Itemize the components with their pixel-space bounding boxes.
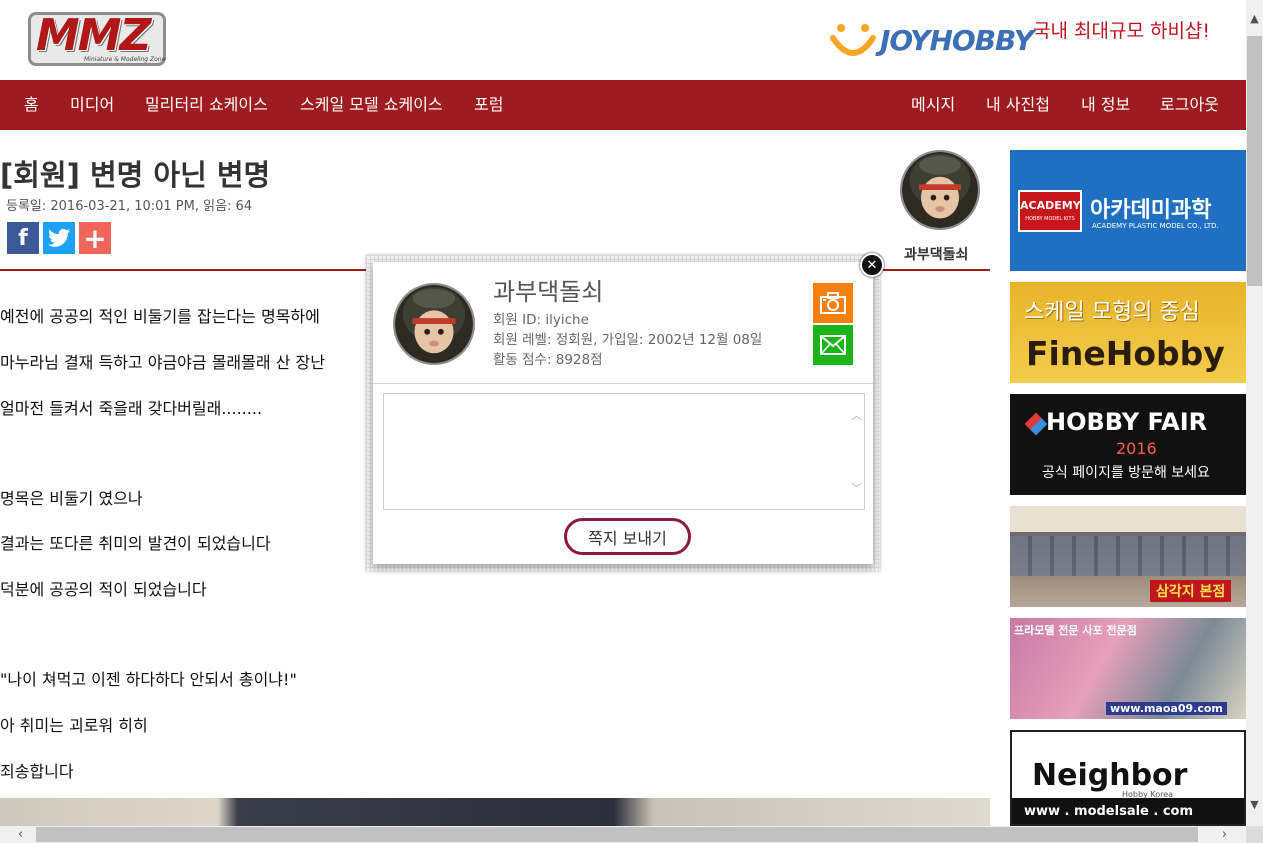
- vertical-scrollbar[interactable]: ▲ ▼: [1246, 0, 1263, 826]
- post-meta: 등록일: 2016-03-21, 10:01 PM, 읽음: 64: [6, 199, 253, 214]
- joyhobby-brand: JOYHOBBY: [880, 24, 1034, 57]
- smile-icon: [830, 24, 876, 56]
- nav-scale-showcase[interactable]: 스케일 모델 쇼케이스: [300, 80, 443, 130]
- popup-member-points: 활동 점수: 8928점: [493, 352, 603, 368]
- main-nav: 홈 미디어 밀리터리 쇼케이스 스케일 모델 쇼케이스 포럼 메시지 내 사진첩…: [0, 80, 1246, 130]
- vertical-scroll-thumb[interactable]: [1247, 36, 1262, 286]
- plus-icon: +: [83, 221, 107, 255]
- store-facade: [1010, 506, 1246, 532]
- message-button[interactable]: [813, 325, 853, 365]
- send-message-button[interactable]: 쪽지 보내기: [564, 518, 691, 555]
- post-paragraph: 얼마전 들켜서 죽을래 갖다버릴래........: [0, 399, 263, 418]
- post-paragraph: 명목은 비둘기 였으나: [0, 489, 143, 508]
- hobbyfair-name: HOBBY FAIR: [1046, 408, 1208, 436]
- popup-member-name: 과부댁돌쇠: [493, 278, 604, 306]
- envelope-icon: [820, 335, 846, 355]
- maoa-ad[interactable]: 프라모델 전문 사포 전문점 www.maoa09.com: [1010, 618, 1246, 719]
- scroll-down-arrow-icon[interactable]: ▼: [1246, 796, 1263, 813]
- post-title: [회원] 변명 아닌 변명: [0, 158, 271, 192]
- nav-military-showcase[interactable]: 밀리터리 쇼케이스: [145, 80, 268, 130]
- nav-logout[interactable]: 로그아웃: [1160, 80, 1219, 130]
- facebook-icon: f: [18, 225, 28, 251]
- hobbyfair-diamond-icon: [1024, 412, 1048, 436]
- post-paragraph: 결과는 또다른 취미의 발견이 되었습니다: [0, 534, 271, 553]
- message-textarea[interactable]: [383, 393, 865, 510]
- scroll-up-arrow-icon[interactable]: ▲: [1246, 10, 1263, 27]
- hobbyfair-year: 2016: [1116, 439, 1157, 458]
- scroll-right-arrow-icon[interactable]: ›: [1216, 826, 1233, 843]
- nav-media[interactable]: 미디어: [70, 80, 114, 130]
- neighbor-ad[interactable]: Neighbor Hobby Korea www . modelsale . c…: [1010, 730, 1246, 826]
- academy-name: 아카데미과학: [1090, 198, 1212, 223]
- post-paragraph: 덕분에 공공의 적이 되었습니다: [0, 580, 207, 599]
- popup-member-id: 회원 ID: ilyiche: [493, 312, 589, 328]
- nav-forum[interactable]: 포럼: [474, 80, 503, 130]
- neighbor-url: www . modelsale . com: [1024, 804, 1194, 819]
- twitter-share-button[interactable]: [43, 222, 75, 254]
- nav-messages[interactable]: 메시지: [911, 80, 955, 130]
- scroll-left-arrow-icon[interactable]: ‹: [12, 826, 29, 843]
- post-photo: [0, 798, 990, 826]
- joyhobby-tagline: 국내 최대규모 하비샵!: [1033, 20, 1211, 42]
- nav-home[interactable]: 홈: [24, 80, 39, 130]
- hobbyfair-ad[interactable]: HOBBY FAIR 2016 공식 페이지를 방문해 보세요: [1010, 394, 1246, 495]
- academy-logo-box: ACADEMY HOBBY MODEL KITS: [1018, 190, 1082, 232]
- store-sign: 삼각지 본점: [1150, 580, 1232, 602]
- finehobby-slogan: 스케일 모형의 중심: [1024, 300, 1200, 325]
- popup-member-level: 회원 레벨: 정회원, 가입일: 2002년 12월 08일: [493, 332, 763, 348]
- author-name[interactable]: 과부댁돌쇠: [904, 244, 968, 264]
- finehobby-name: FineHobby: [1026, 334, 1225, 373]
- scroll-down-icon[interactable]: ﹀: [851, 480, 862, 496]
- camera-icon: [820, 292, 846, 314]
- academy-logo-sub: HOBBY MODEL KITS: [1025, 216, 1075, 222]
- post-paragraph: 예전에 공공의 적인 비둘기를 잡는다는 명목하에: [0, 307, 320, 326]
- neighbor-name: Neighbor: [1032, 758, 1188, 793]
- finehobby-ad[interactable]: 스케일 모형의 중심 FineHobby: [1010, 282, 1246, 383]
- twitter-icon: [48, 228, 70, 247]
- site-header: MMZ Miniature & Modeling Zone JOYHOBBY 국…: [0, 0, 1246, 80]
- mmz-logo[interactable]: MMZ Miniature & Modeling Zone: [24, 8, 172, 72]
- academy-ad[interactable]: ACADEMY HOBBY MODEL KITS 아카데미과학 ACADEMY …: [1010, 150, 1246, 271]
- popup-divider: [373, 383, 873, 384]
- scroll-up-icon[interactable]: ︿: [851, 407, 862, 423]
- maoa-slogan: 프라모델 전문 사포 전문점: [1014, 624, 1137, 637]
- post-paragraph: "나이 쳐먹고 이젠 하다하다 안되서 총이냐!": [0, 670, 297, 689]
- close-icon[interactable]: ✕: [860, 253, 884, 277]
- scrollbar-corner: [1246, 826, 1263, 843]
- post-paragraph: 아 취미는 괴로워 히히: [0, 716, 148, 735]
- maoa-url: www.maoa09.com: [1106, 702, 1227, 715]
- logo-text: MMZ: [36, 10, 151, 61]
- horizontal-scrollbar[interactable]: ‹ ›: [0, 826, 1246, 843]
- nav-my-info[interactable]: 내 정보: [1081, 80, 1130, 130]
- child-helmet-photo: [902, 152, 978, 228]
- post-paragraph: 마누라님 결재 득하고 야금야금 몰래몰래 산 장난: [0, 353, 325, 372]
- academy-logo-text: ACADEMY: [1020, 199, 1081, 212]
- neighbor-url-bar: www . modelsale . com: [1012, 798, 1244, 824]
- nav-my-album[interactable]: 내 사진첩: [986, 80, 1050, 130]
- post-paragraph: 죄송합니다: [0, 762, 74, 781]
- store-photo-ad[interactable]: 삼각지 본점: [1010, 506, 1246, 607]
- facebook-share-button[interactable]: f: [7, 222, 39, 254]
- horizontal-scroll-thumb[interactable]: [36, 827, 1198, 842]
- academy-subtitle: ACADEMY PLASTIC MODEL CO., LTD.: [1092, 222, 1219, 230]
- logo-subtitle: Miniature & Modeling Zone: [84, 56, 166, 63]
- author-avatar[interactable]: [900, 150, 980, 230]
- popup-avatar: [393, 283, 475, 365]
- child-helmet-photo: [395, 285, 473, 363]
- more-share-button[interactable]: +: [79, 221, 111, 255]
- album-button[interactable]: [813, 283, 853, 323]
- hobbyfair-subtitle: 공식 페이지를 방문해 보세요: [1042, 465, 1210, 481]
- store-windows: [1010, 536, 1246, 576]
